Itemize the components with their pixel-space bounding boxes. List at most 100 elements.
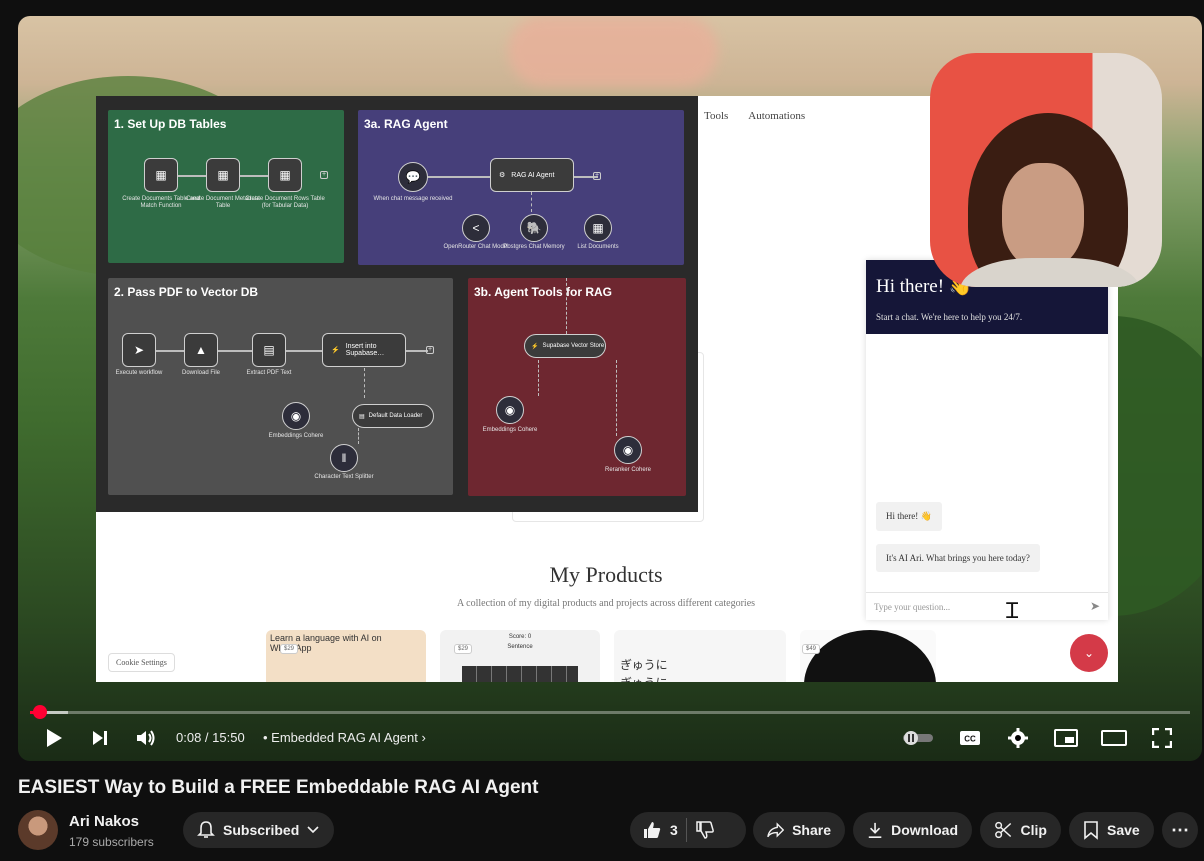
node-label: When chat message received: [373, 196, 453, 202]
video-player[interactable]: Tools Automations 1. Set Up DB Tables ▦ …: [18, 16, 1202, 761]
share-button[interactable]: Share: [753, 812, 845, 848]
db-node-icon: ▦: [144, 158, 178, 192]
download-button[interactable]: Download: [853, 812, 972, 848]
scrubber-handle[interactable]: [33, 705, 48, 719]
captions-button[interactable]: CC: [954, 722, 986, 754]
chat-message: Hi there! 👋: [876, 502, 942, 531]
scissors-icon: [995, 821, 1012, 839]
channel-avatar[interactable]: [18, 810, 58, 850]
insert-node: ⚡ Insert into Supabase…: [322, 333, 406, 367]
video-title: EASIEST Way to Build a FREE Embeddable R…: [18, 777, 539, 798]
products-heading: My Products: [549, 562, 663, 587]
database-icon: ▦: [584, 214, 612, 242]
send-icon[interactable]: ➤: [1090, 599, 1100, 614]
vector-icon: ⚡: [531, 343, 539, 350]
site-nav: Tools Automations: [704, 110, 805, 122]
theater-mode-icon: [1101, 730, 1127, 746]
volume-icon: [137, 730, 155, 746]
card-text: ぎゅうに ぎゅうに: [620, 656, 668, 682]
bell-icon: [197, 821, 215, 838]
vector-store-node: ⚡ Supabase Vector Store: [524, 334, 606, 358]
subscribed-button[interactable]: Subscribed: [183, 812, 334, 848]
product-card[interactable]: Learn a language with AI on WhatsApp $29: [266, 630, 426, 682]
fullscreen-button[interactable]: [1146, 722, 1178, 754]
gear-icon: [1008, 728, 1028, 748]
connector: [531, 192, 532, 212]
node-label: List Documents: [577, 244, 619, 250]
autoplay-toggle[interactable]: [900, 722, 936, 754]
miniplayer-button[interactable]: [1050, 722, 1082, 754]
workflow-diagram: 1. Set Up DB Tables ▦ ▦ ▦ + Create Docum…: [96, 96, 698, 512]
chat-widget: Hi there! 👋 Start a chat. We're here to …: [866, 260, 1108, 624]
clip-label: Clip: [1020, 822, 1047, 838]
cohere-icon: ◉: [614, 436, 642, 464]
clip-button[interactable]: Clip: [980, 812, 1061, 848]
price-badge: $49: [802, 644, 821, 654]
progress-bar[interactable]: [30, 711, 1190, 714]
save-button[interactable]: Save: [1069, 812, 1154, 848]
play-icon: [47, 729, 62, 747]
miniplayer-icon: [1054, 729, 1078, 747]
panel-title: 3b. Agent Tools for RAG: [474, 285, 612, 299]
chat-subtitle: Start a chat. We're here to help you 24/…: [876, 312, 1023, 322]
node-label: Create Document Rows Table (for Tabular …: [245, 196, 325, 210]
theater-button[interactable]: [1098, 722, 1130, 754]
time-display: 0:08 / 15:50: [176, 730, 245, 745]
connector: [566, 278, 567, 334]
panel-agent-tools: 3b. Agent Tools for RAG ⚡ Supabase Vecto…: [468, 278, 686, 496]
product-card[interactable]: ぎゅうに ぎゅうに: [614, 630, 786, 682]
add-node-icon: +: [320, 171, 328, 179]
more-actions-button[interactable]: ⋯: [1162, 812, 1198, 848]
background-cloud: [508, 16, 718, 86]
thumbs-down-icon: [696, 821, 714, 839]
connector: [358, 428, 359, 444]
product-card[interactable]: $49: [800, 630, 936, 682]
node-label: Insert into Supabase…: [345, 343, 385, 357]
dislike-button[interactable]: [695, 820, 715, 840]
panel-pdf-to-vector: 2. Pass PDF to Vector DB ➤ ▲ ▤ ⚡ Insert …: [108, 278, 453, 495]
japanese-text: ぎゅうに: [620, 674, 668, 682]
settings-button[interactable]: [1002, 722, 1034, 754]
channel-name[interactable]: Ari Nakos: [69, 813, 139, 830]
chevron-down-icon: ⌄: [1083, 646, 1095, 660]
node-label: Embeddings Cohere: [268, 433, 324, 439]
download-label: Download: [891, 822, 958, 838]
node-label: Default Data Loader: [368, 413, 423, 419]
pdf-icon: ▤: [252, 333, 286, 367]
robot-icon: ⚙: [499, 172, 506, 179]
node-label: Supabase Vector Store: [542, 343, 605, 349]
vector-icon: ⚡: [331, 347, 340, 354]
bookmark-icon: [1084, 821, 1098, 840]
connector: [616, 360, 617, 436]
share-label: Share: [792, 822, 831, 838]
connector: [364, 368, 365, 398]
subscribed-label: Subscribed: [223, 822, 300, 838]
next-button[interactable]: [84, 722, 116, 754]
node-label: RAG AI Agent: [511, 171, 555, 179]
product-card[interactable]: Score: 0 Sentence $29: [440, 630, 600, 682]
price-badge: $29: [454, 644, 473, 654]
chapter-title: • Embedded RAG AI Agent: [263, 730, 418, 745]
cohere-icon: ◉: [282, 402, 310, 430]
loader-node: ▤ Default Data Loader: [352, 404, 434, 428]
like-count: 3: [670, 822, 678, 838]
price-badge: $29: [280, 644, 299, 654]
node-label: Character Text Splitter: [314, 474, 374, 480]
nav-tools: Tools: [704, 110, 729, 122]
chat-input-placeholder: Type your question...: [874, 602, 951, 612]
divider: [685, 818, 687, 842]
chevron-down-icon: [307, 826, 319, 834]
volume-button[interactable]: [130, 722, 162, 754]
chapter-button[interactable]: • Embedded RAG AI Agent ›: [263, 730, 426, 745]
cookie-settings-button[interactable]: Cookie Settings: [108, 653, 175, 672]
thumbs-up-icon: [644, 822, 661, 838]
play-button[interactable]: [38, 722, 70, 754]
chat-toggle-button[interactable]: ⌄: [1070, 634, 1108, 672]
chat-trigger-icon: 💬: [398, 162, 428, 192]
cursor-trigger-icon: ➤: [122, 333, 156, 367]
like-button[interactable]: 3: [642, 820, 678, 840]
agent-node: ⚙ RAG AI Agent: [490, 158, 574, 192]
document-icon: ▤: [359, 413, 365, 420]
products-subheading: A collection of my digital products and …: [456, 598, 756, 609]
chat-input[interactable]: Type your question... Ɪ ➤: [866, 592, 1108, 624]
